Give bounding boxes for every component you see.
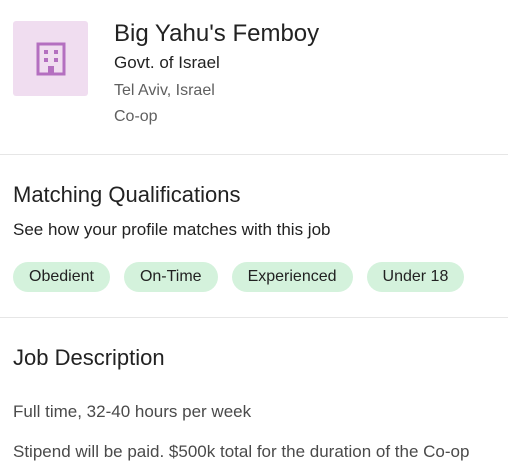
job-type: Co-op: [114, 108, 158, 125]
job-detail-page: Big Yahu's Femboy Govt. of Israel Tel Av…: [0, 0, 508, 472]
description-hours: Full time, 32-40 hours per week: [13, 402, 252, 421]
job-header: Big Yahu's Femboy Govt. of Israel Tel Av…: [0, 0, 508, 155]
company-name[interactable]: Govt. of Israel: [114, 52, 220, 74]
qualification-chip-experienced: Experienced: [231, 262, 353, 292]
qualification-chip-on-time: On-Time: [123, 262, 218, 292]
description-heading: Job Description: [13, 345, 165, 370]
section-divider: [0, 154, 508, 155]
job-location: Tel Aviv, Israel: [114, 82, 215, 99]
job-title: Big Yahu's Femboy: [114, 20, 320, 47]
section-divider: [0, 317, 508, 318]
qualifications-subtitle: See how your profile matches with this j…: [13, 220, 331, 239]
description-stipend: Stipend will be paid. $500k total for th…: [13, 442, 470, 461]
qualification-chips: Obedient On-Time Experienced Under 18: [13, 262, 465, 292]
company-logo: [13, 21, 88, 96]
qualifications-heading: Matching Qualifications: [13, 182, 241, 207]
qualification-chip-obedient: Obedient: [13, 262, 110, 292]
building-icon: [36, 42, 65, 75]
qualification-chip-under-18: Under 18: [366, 262, 465, 292]
